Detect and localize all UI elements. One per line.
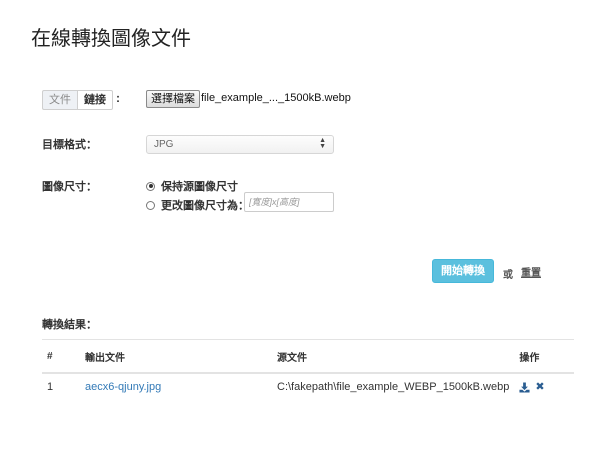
format-select[interactable]: JPG ▲ ▼ [146,135,334,154]
table-row: 1 aecx6-qjuny.jpg C:\fakepath\file_examp… [42,373,574,400]
col-output: 輸出文件 [80,339,272,374]
radio-unchecked-icon[interactable] [146,200,155,210]
col-source: 源文件 [272,339,515,374]
source-file-path: C:\fakepath\file_example_WEBP_1500kB.web… [277,381,510,393]
or-text: 或 [503,270,513,281]
selected-file-name: file_example_..._1500kB.webp [201,92,351,104]
size-input[interactable] [244,192,334,212]
radio-keep-size-label: 保持源圖像尺寸 [161,181,238,193]
page-title: 在線轉換圖像文件 [31,28,191,50]
row-index: 1 [47,381,54,393]
radio-keep-size[interactable]: 保持源圖像尺寸 [146,178,238,194]
col-actions: 操作 [514,339,574,374]
format-select-value: JPG [154,139,174,150]
output-file-link[interactable]: aecx6-qjuny.jpg [80,373,272,400]
radio-change-size-label: 更改圖像尺寸為： [161,200,249,212]
convert-button[interactable]: 開始轉換 [432,259,494,283]
download-icon[interactable] [519,381,530,393]
radio-checked-icon[interactable] [146,181,155,191]
row-actions: ✖ [514,373,574,400]
col-index: # [42,339,80,374]
results-label: 轉換結果： [42,319,97,331]
tab-link[interactable]: 鏈接 [77,90,113,110]
results-table: # 輸出文件 源文件 操作 1 aecx6-qjuny.jpg C:\fakep… [42,339,574,400]
radio-change-size[interactable]: 更改圖像尺寸為： [146,197,249,213]
reset-link[interactable]: 重置 [521,264,541,279]
table-header-row: # 輸出文件 源文件 操作 [42,339,574,374]
tab-file[interactable]: 文件 [42,90,77,110]
format-label: 目標格式： [42,139,97,151]
close-icon[interactable]: ✖ [535,381,544,393]
source-tabs: 文件 鏈接 [42,90,113,110]
choose-file-button[interactable]: 選擇檔案 [146,90,200,108]
source-colon: : [116,91,120,105]
size-label: 圖像尺寸： [42,181,97,193]
select-arrows-icon: ▲ ▼ [319,137,326,150]
